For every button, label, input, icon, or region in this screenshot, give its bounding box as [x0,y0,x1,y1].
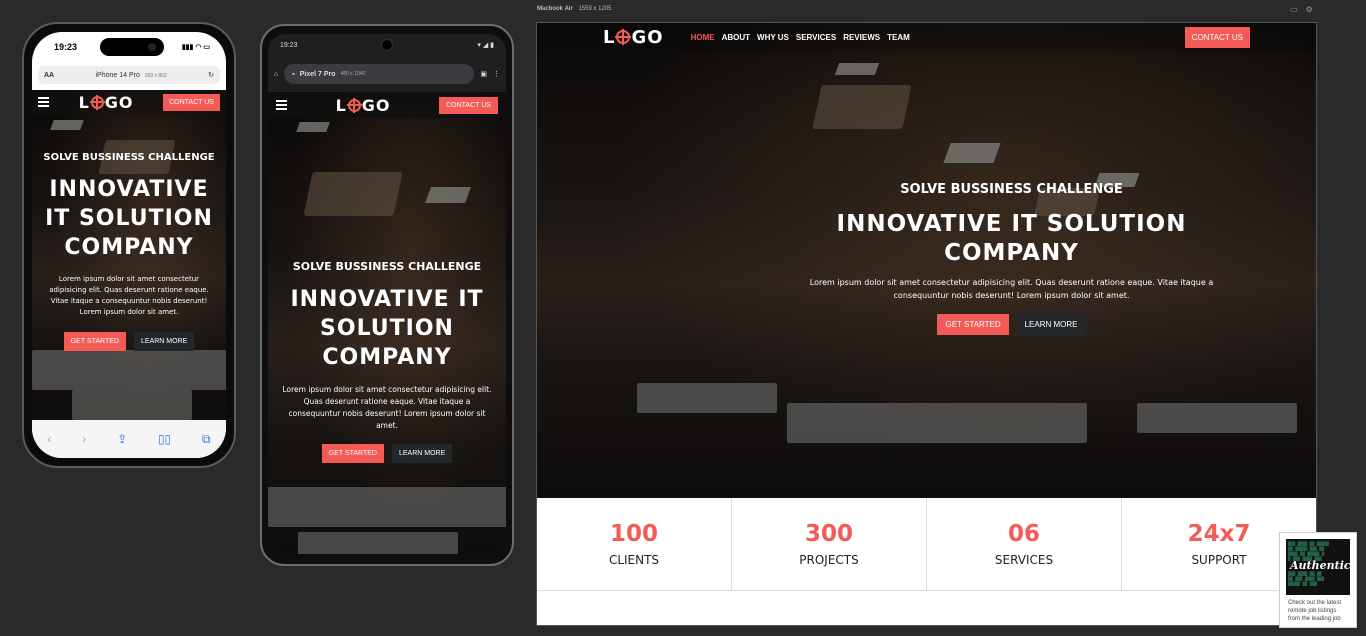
logo-target-icon [90,95,104,109]
desktop-hero: L GO HOME ABOUT WHY US SERVICES REVIEWS … [537,23,1316,498]
more-options-icon[interactable]: ⋮ [493,70,500,78]
hero-subtitle: SOLVE BUSSINESS CHALLENGE [292,260,482,273]
pixel-screen: 19:23 ▾ ◢ ▮ ⌂ ▪ Pixel 7 Pro 480 x 1040 ▣… [268,34,506,554]
stat-value: 100 [609,521,658,547]
hero-paragraph: Lorem ipsum dolor sit amet consectetur a… [282,385,492,430]
pixel-website: L GO CONTACT US SOLVE BUSSINESS CHALLENG… [268,92,506,554]
iphone-device-label: iPhone 14 Pro 393 x 852 [95,71,167,79]
hero-subtitle: SOLVE BUSSINESS CHALLENGE [900,182,1123,197]
stats-section: 100 CLIENTS 300 PROJECTS 06 SERVICES 24x… [537,498,1316,591]
logo-target-icon [616,30,631,44]
contact-us-button[interactable]: CONTACT US [163,93,220,111]
tab-switcher-icon[interactable]: ▣ [480,70,487,78]
home-icon[interactable]: ⌂ [274,71,278,78]
desktop-navbar: L GO HOME ABOUT WHY US SERVICES REVIEWS … [537,23,1316,51]
nav-team[interactable]: TEAM [887,33,910,42]
nav-reviews[interactable]: REVIEWS [843,33,880,42]
hero-content: SOLVE BUSSINESS CHALLENGE INNOVATIVE IT … [268,260,506,463]
pixel-url-bar: ⌂ ▪ Pixel 7 Pro 480 x 1040 ▣ ⋮ [274,64,500,84]
nav-services[interactable]: SERVICES [796,33,836,42]
forward-icon[interactable]: › [82,432,86,446]
hero-paragraph: Lorem ipsum dolor sit amet consectetur a… [49,275,209,316]
hamburger-menu-icon[interactable] [276,100,287,110]
learn-more-button[interactable]: LEARN MORE [391,444,453,463]
iphone-navbar: L GO CONTACT US [32,90,226,114]
learn-more-button[interactable]: LEARN MORE [1016,314,1086,335]
contact-us-button[interactable]: CONTACT US [439,96,498,114]
ad-image-text: Authentic [1290,559,1350,572]
desktop-controls: ▭ ⚙ [1290,5,1313,14]
stat-value: 24x7 [1187,521,1251,547]
pixel-frame: 19:23 ▾ ◢ ▮ ⌂ ▪ Pixel 7 Pro 480 x 1040 ▣… [260,24,514,566]
site-info-icon[interactable]: ▪ [292,71,294,78]
hero-title: INNOVATIVE IT SOLUTION COMPANY [836,211,1187,266]
hero-content: SOLVE BUSSINESS CHALLENGE INNOVATIVE IT … [707,182,1316,335]
hero-paragraph: Lorem ipsum dolor sit amet consectetur a… [809,278,1214,300]
site-logo[interactable]: L GO [603,27,664,48]
hero-title: INNOVATIVE IT SOLUTION COMPANY [45,177,213,260]
desktop-viewport: L GO HOME ABOUT WHY US SERVICES REVIEWS … [536,22,1317,626]
nav-why-us[interactable]: WHY US [757,33,789,42]
tabs-icon[interactable]: ⧉ [202,432,211,447]
hero-content: SOLVE BUSSINESS CHALLENGE INNOVATIVE IT … [32,152,226,351]
iphone-url-bar[interactable]: AA iPhone 14 Pro 393 x 852 ↻ [38,66,220,84]
bookmarks-icon[interactable]: ▯▯ [158,432,171,446]
logo-target-icon [347,98,361,112]
pixel-time: 19:23 [280,41,298,49]
iphone-frame: 19:23 ▮▮▮ ◠ ▭ AA iPhone 14 Pro 393 x 852… [22,22,236,468]
status-icons: ▾ ◢ ▮ [477,42,494,49]
camera-punch-hole [381,39,393,51]
back-icon[interactable]: ‹ [47,432,51,446]
stat-label: CLIENTS [608,553,660,567]
stat-value: 06 [1007,521,1040,547]
iphone-website: L GO CONTACT US SOLVE BUSSINESS CHALLENG… [32,90,226,428]
stat-label: SERVICES [994,553,1054,567]
stat-label: PROJECTS [799,553,859,567]
status-icons: ▮▮▮ ◠ ▭ [181,44,210,51]
reload-icon[interactable]: ↻ [208,71,214,79]
hero-subtitle: SOLVE BUSSINESS CHALLENGE [43,152,215,163]
stat-clients: 100 CLIENTS [537,498,732,590]
main-menu: HOME ABOUT WHY US SERVICES REVIEWS TEAM [691,33,910,42]
address-field[interactable]: ▪ Pixel 7 Pro 480 x 1040 [284,64,475,84]
safari-toolbar: ‹ › ⇪ ▯▯ ⧉ [32,420,226,458]
hamburger-menu-icon[interactable] [38,97,49,107]
pixel-navbar: L GO CONTACT US [268,92,506,118]
desktop-device-label: Macbook Air 1559 x 1205 [537,6,612,12]
get-started-button[interactable]: GET STARTED [321,444,384,463]
learn-more-button[interactable]: LEARN MORE [133,332,195,351]
hero-title: INNOVATIVE IT SOLUTION COMPANY [290,287,484,370]
site-logo[interactable]: L GO [79,93,134,112]
ad-card[interactable]: ▒▒▒ ▒▒▒▒ ▒▒ ▒▒▒▒▒ ▒▒ ▒▒▒▒▒ ▒▒▒ ▒▒ ▒▒▒▒ ▒▒ … [1279,532,1357,628]
nav-about[interactable]: ABOUT [722,33,750,42]
stat-value: 300 [804,521,853,547]
settings-icon[interactable]: ⚙ [1306,5,1313,14]
site-logo[interactable]: L GO [336,96,391,115]
ad-image[interactable]: ▒▒▒ ▒▒▒▒ ▒▒ ▒▒▒▒▒ ▒▒ ▒▒▒▒▒ ▒▒▒ ▒▒ ▒▒▒▒ ▒▒ … [1286,539,1350,595]
nav-home[interactable]: HOME [691,33,715,42]
share-icon[interactable]: ⇪ [117,432,127,446]
text-size-button[interactable]: AA [44,72,54,79]
contact-us-button[interactable]: CONTACT US [1184,26,1250,48]
rotate-icon[interactable]: ▭ [1290,5,1298,14]
stat-services: 06 SERVICES [927,498,1122,590]
stat-projects: 300 PROJECTS [732,498,927,590]
dynamic-island [100,38,164,56]
get-started-button[interactable]: GET STARTED [937,314,1009,335]
stat-label: SUPPORT [1191,553,1247,567]
iphone-screen: 19:23 ▮▮▮ ◠ ▭ AA iPhone 14 Pro 393 x 852… [32,32,226,458]
iphone-time: 19:23 [54,42,78,52]
ad-text: Check out the latest remote job listings… [1288,600,1342,622]
get-started-button[interactable]: GET STARTED [63,332,126,351]
